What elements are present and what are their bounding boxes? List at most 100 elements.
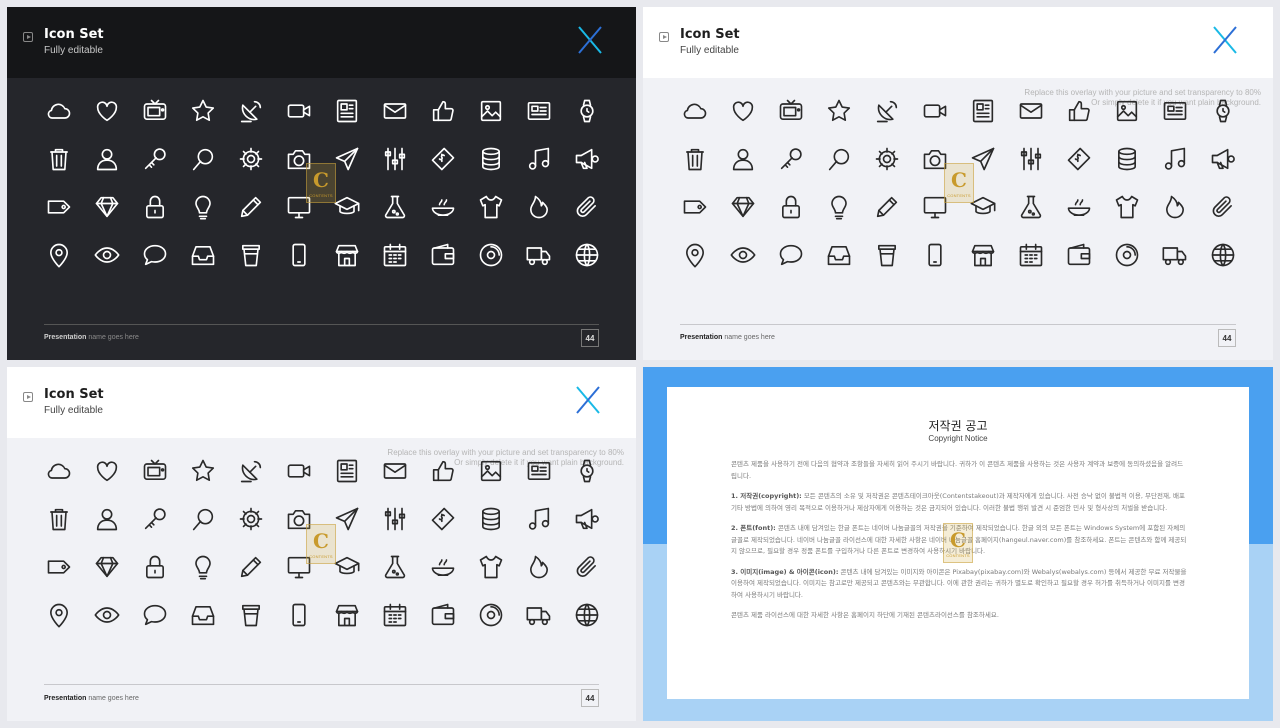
trash-icon	[671, 135, 719, 183]
coffee-cup-icon	[227, 231, 275, 279]
slide-copyright-notice[interactable]: 저작권 공고 Copyright Notice 콘텐츠 제품을 사용하기 전에 …	[643, 367, 1273, 721]
watch-icon	[563, 87, 611, 135]
slide-title: Icon Set	[44, 387, 104, 402]
cloud-icon	[671, 87, 719, 135]
inbox-icon	[179, 591, 227, 639]
watermark-logo: C CONTENTS	[306, 524, 336, 564]
page-number: 44	[1218, 329, 1236, 347]
footer-divider	[44, 684, 599, 685]
magnifier-icon	[815, 135, 863, 183]
shop-icon	[959, 231, 1007, 279]
speech-bubble-icon	[767, 231, 815, 279]
eye-icon	[719, 231, 767, 279]
newspaper-icon	[323, 447, 371, 495]
disc-icon	[467, 591, 515, 639]
x-logo-icon	[576, 386, 600, 414]
picture-icon	[1103, 87, 1151, 135]
star-icon	[815, 87, 863, 135]
lock-icon	[767, 183, 815, 231]
calendar-icon	[371, 231, 419, 279]
cloud-icon	[35, 87, 83, 135]
calendar-icon	[371, 591, 419, 639]
flask-icon	[371, 543, 419, 591]
copyright-card: 저작권 공고 Copyright Notice 콘텐츠 제품을 사용하기 전에 …	[667, 387, 1249, 699]
tag-icon	[35, 543, 83, 591]
slide-header: Icon Set Fully editable	[7, 7, 636, 78]
slide-title: Icon Set	[44, 27, 104, 42]
fire-icon	[515, 183, 563, 231]
satellite-dish-icon	[863, 87, 911, 135]
megaphone-icon	[1199, 135, 1247, 183]
truck-icon	[515, 591, 563, 639]
inbox-icon	[179, 231, 227, 279]
globe-icon	[1199, 231, 1247, 279]
trash-icon	[35, 495, 83, 543]
magnifier-icon	[179, 495, 227, 543]
newspaper-icon	[959, 87, 1007, 135]
slide-icon-set-light[interactable]: Icon Set Fully editable Replace this ove…	[643, 7, 1273, 360]
newspaper-icon	[323, 87, 371, 135]
watch-icon	[563, 447, 611, 495]
play-icon	[23, 392, 33, 402]
key-icon	[131, 495, 179, 543]
video-camera-icon	[275, 447, 323, 495]
speech-bubble-icon	[131, 591, 179, 639]
sliders-icon	[371, 135, 419, 183]
disc-icon	[1103, 231, 1151, 279]
coffee-cup-icon	[863, 231, 911, 279]
envelope-icon	[371, 87, 419, 135]
fire-icon	[515, 543, 563, 591]
shop-icon	[323, 591, 371, 639]
calendar-icon	[1007, 231, 1055, 279]
map-pin-icon	[35, 591, 83, 639]
envelope-icon	[371, 447, 419, 495]
page-number: 44	[581, 329, 599, 347]
copyright-subtitle: Copyright Notice	[928, 434, 988, 443]
satellite-dish-icon	[227, 87, 275, 135]
wallet-icon	[1055, 231, 1103, 279]
page-number: 44	[581, 689, 599, 707]
map-pin-icon	[35, 231, 83, 279]
music-note-icon	[1151, 135, 1199, 183]
diamond-icon	[83, 543, 131, 591]
globe-icon	[563, 231, 611, 279]
star-icon	[179, 447, 227, 495]
wallet-icon	[419, 591, 467, 639]
copyright-intro: 콘텐츠 제품을 사용하기 전에 다음의 협약과 조항들을 자세히 읽어 주시기 …	[731, 460, 1184, 480]
slide-subtitle: Fully editable	[44, 405, 103, 416]
flask-icon	[1007, 183, 1055, 231]
inbox-icon	[815, 231, 863, 279]
fire-icon	[1151, 183, 1199, 231]
lightbulb-icon	[179, 543, 227, 591]
eye-icon	[83, 591, 131, 639]
tshirt-icon	[467, 183, 515, 231]
tag-icon	[671, 183, 719, 231]
magnifier-icon	[179, 135, 227, 183]
pencil-icon	[227, 543, 275, 591]
coffee-cup-icon	[227, 591, 275, 639]
pencil-icon	[227, 183, 275, 231]
article-icon	[515, 447, 563, 495]
megaphone-icon	[563, 135, 611, 183]
sliders-icon	[371, 495, 419, 543]
sliders-icon	[1007, 135, 1055, 183]
gear-icon	[227, 495, 275, 543]
slide-icon-set-dark[interactable]: Icon Set Fully editable C CONTENTS Prese…	[7, 7, 636, 360]
slide-header: Icon Set Fully editable	[643, 7, 1273, 78]
slide-icon-set-light-2[interactable]: Icon Set Fully editable Replace this ove…	[7, 367, 636, 721]
play-icon	[659, 32, 669, 42]
x-logo-icon	[578, 26, 602, 54]
copyright-clause-3: 3. 이미지(image) & 아이콘(icon): 콘텐츠 내에 담겨있는 이…	[731, 567, 1187, 599]
slide-header: Icon Set Fully editable	[7, 367, 636, 438]
article-icon	[515, 87, 563, 135]
truck-icon	[515, 231, 563, 279]
diamond-icon	[83, 183, 131, 231]
trash-icon	[35, 135, 83, 183]
copyright-outro: 콘텐츠 제품 라이선스에 대한 자세한 사항은 홈페이지 하단에 기재된 콘텐츠…	[731, 611, 999, 619]
watermark-logo: C CONTENTS	[943, 523, 973, 563]
heart-icon	[83, 87, 131, 135]
thumbs-up-icon	[419, 87, 467, 135]
slide-subtitle: Fully editable	[680, 45, 739, 56]
disc-icon	[467, 231, 515, 279]
diamond-icon	[719, 183, 767, 231]
